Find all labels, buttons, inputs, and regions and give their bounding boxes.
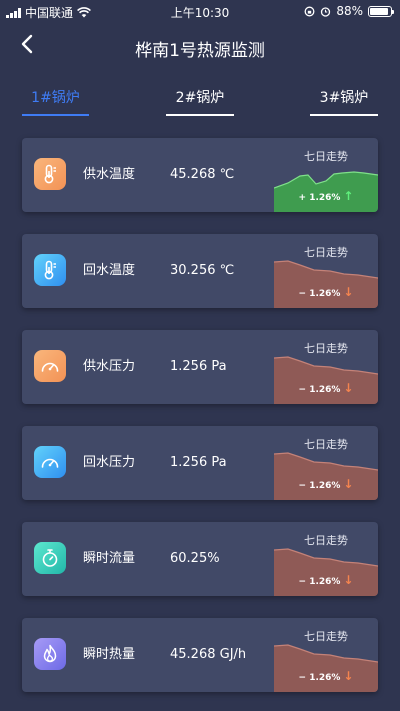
trend-title: 七日走势 bbox=[304, 630, 348, 643]
metric-value: 1.256 Pa bbox=[170, 455, 227, 470]
metric-label: 回水温度 bbox=[83, 263, 136, 278]
status-bar: 中国联通 上午10:30 88% bbox=[0, 0, 400, 22]
arrow-down-icon: ↓ bbox=[343, 285, 354, 299]
metric-card[interactable]: 供水温度 45.268 ℃ 七日走势 + 1.26% ↑ bbox=[22, 138, 378, 212]
trend-title: 七日走势 bbox=[304, 438, 348, 451]
tab-label: 2#锅炉 bbox=[175, 90, 225, 106]
navigation-bar: 桦南1号热源监测 bbox=[0, 26, 400, 66]
metric-value: 45.268 GJ/h bbox=[170, 647, 247, 662]
trend-change-value: − 1.26% bbox=[298, 385, 341, 395]
trend-change-value: + 1.26% bbox=[298, 193, 341, 203]
alarm-icon bbox=[321, 6, 331, 17]
trend-sparkline: 七日走势 − 1.26% ↓ bbox=[274, 330, 378, 404]
rotation-lock-icon bbox=[304, 6, 315, 16]
tab-underline bbox=[310, 114, 378, 116]
metric-label: 回水压力 bbox=[83, 455, 136, 470]
metric-card[interactable]: 瞬时热量 45.268 GJ/h 七日走势 − 1.26% ↓ bbox=[22, 618, 378, 692]
trend-sparkline: 七日走势 − 1.26% ↓ bbox=[274, 618, 378, 692]
trend-change-value: − 1.26% bbox=[298, 289, 341, 299]
thermometer-icon bbox=[34, 158, 66, 190]
metric-card[interactable]: 回水温度 30.256 ℃ 七日走势 − 1.26% ↓ bbox=[22, 234, 378, 308]
metric-value: 30.256 ℃ bbox=[170, 263, 235, 278]
status-right: 88% bbox=[304, 4, 394, 18]
battery-icon bbox=[368, 5, 394, 17]
arrow-up-icon: ↑ bbox=[343, 189, 354, 203]
arrow-down-icon: ↓ bbox=[343, 381, 354, 395]
trend-sparkline: 七日走势 − 1.26% ↓ bbox=[274, 522, 378, 596]
metric-value: 60.25% bbox=[170, 551, 220, 566]
trend-title: 七日走势 bbox=[304, 534, 348, 547]
trend-sparkline: 七日走势 + 1.26% ↑ bbox=[274, 138, 378, 212]
flame-icon bbox=[34, 638, 66, 670]
metric-label: 供水温度 bbox=[83, 167, 136, 182]
trend-change: − 1.26% ↓ bbox=[274, 285, 378, 299]
tab-underline bbox=[166, 114, 234, 116]
metric-label: 瞬时流量 bbox=[83, 551, 136, 566]
trend-change: − 1.26% ↓ bbox=[274, 573, 378, 587]
metric-label: 供水压力 bbox=[83, 359, 136, 374]
battery-fill bbox=[370, 7, 388, 15]
boiler-tabs: 1#锅炉 2#锅炉 3#锅炉 bbox=[0, 88, 400, 118]
thermometer-icon bbox=[34, 254, 66, 286]
tab-boiler-2[interactable]: 2#锅炉 bbox=[166, 88, 234, 116]
page-title: 桦南1号热源监测 bbox=[135, 41, 265, 61]
tab-boiler-1[interactable]: 1#锅炉 bbox=[22, 88, 89, 116]
trend-change: − 1.26% ↓ bbox=[274, 381, 378, 395]
trend-title: 七日走势 bbox=[304, 246, 348, 259]
arrow-down-icon: ↓ bbox=[343, 573, 354, 587]
trend-change-value: − 1.26% bbox=[298, 673, 341, 683]
trend-change: − 1.26% ↓ bbox=[274, 669, 378, 683]
metric-card-list: 供水温度 45.268 ℃ 七日走势 + 1.26% ↑ 回水温度 30.256 ℃ 七日走势… bbox=[22, 138, 378, 711]
metric-card[interactable]: 回水压力 1.256 Pa 七日走势 − 1.26% ↓ bbox=[22, 426, 378, 500]
tab-underline bbox=[22, 114, 89, 116]
arrow-down-icon: ↓ bbox=[343, 477, 354, 491]
metric-value: 1.256 Pa bbox=[170, 359, 227, 374]
trend-sparkline: 七日走势 − 1.26% ↓ bbox=[274, 234, 378, 308]
trend-change-value: − 1.26% bbox=[298, 577, 341, 587]
metric-value: 45.268 ℃ bbox=[170, 167, 235, 182]
flow-timer-icon bbox=[34, 542, 66, 574]
arrow-down-icon: ↓ bbox=[343, 669, 354, 683]
metric-card[interactable]: 瞬时流量 60.25% 七日走势 − 1.26% ↓ bbox=[22, 522, 378, 596]
trend-title: 七日走势 bbox=[304, 150, 348, 163]
gauge-icon bbox=[34, 350, 66, 382]
trend-change-value: − 1.26% bbox=[298, 481, 341, 491]
battery-percent: 88% bbox=[336, 4, 363, 18]
trend-title: 七日走势 bbox=[304, 342, 348, 355]
metric-label: 瞬时热量 bbox=[83, 647, 136, 662]
trend-sparkline: 七日走势 − 1.26% ↓ bbox=[274, 426, 378, 500]
metric-card[interactable]: 供水压力 1.256 Pa 七日走势 − 1.26% ↓ bbox=[22, 330, 378, 404]
tab-label: 3#锅炉 bbox=[319, 90, 369, 106]
trend-change: + 1.26% ↑ bbox=[274, 189, 378, 203]
gauge-icon bbox=[34, 446, 66, 478]
trend-change: − 1.26% ↓ bbox=[274, 477, 378, 491]
tab-boiler-3[interactable]: 3#锅炉 bbox=[310, 88, 378, 116]
tab-label: 1#锅炉 bbox=[31, 90, 80, 106]
